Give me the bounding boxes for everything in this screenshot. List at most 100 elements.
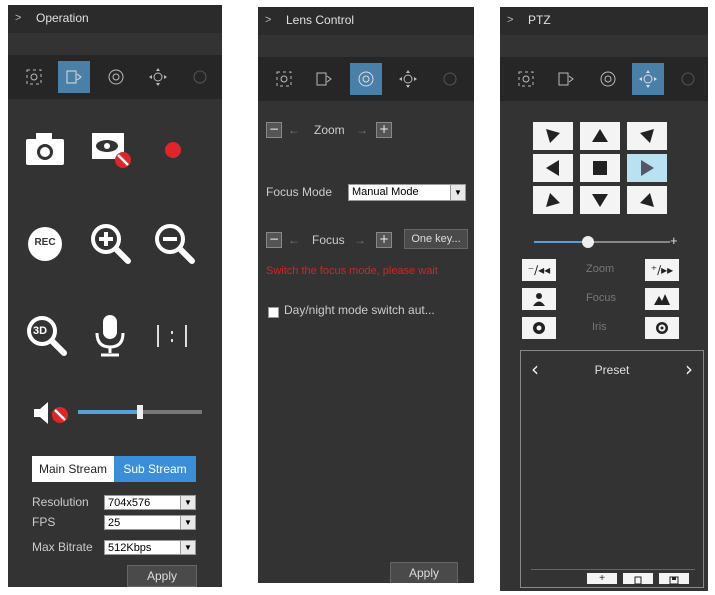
fps-select[interactable]: 25 ▼ (104, 515, 196, 530)
microphone-icon (95, 315, 125, 357)
apply-button[interactable]: Apply (127, 565, 197, 587)
pan-up-button[interactable] (580, 122, 620, 150)
arrow-down-right-icon (640, 193, 654, 207)
lens-icon (358, 71, 374, 87)
zoom-plus-button[interactable]: + (376, 122, 392, 138)
volume-slider[interactable] (78, 405, 202, 419)
ptz-icon (639, 70, 657, 88)
lens-tool-button[interactable] (592, 63, 624, 95)
aspect-ratio-icon (157, 325, 187, 347)
image-tool-button[interactable] (672, 63, 704, 95)
pan-down-right-button[interactable] (627, 186, 667, 214)
tab-main-stream[interactable]: Main Stream (32, 456, 114, 482)
chevron-right-icon[interactable]: > (265, 14, 271, 26)
3d-label: 3D (33, 325, 48, 337)
pan-up-left-button[interactable] (533, 122, 573, 150)
volume-thumb[interactable] (137, 405, 143, 419)
display-icon (66, 70, 82, 84)
preset-delete-button[interactable] (623, 573, 653, 585)
focus-mode-label: Focus Mode (266, 185, 333, 199)
image-tool-button[interactable] (434, 63, 466, 95)
ptz-tool-button[interactable] (142, 61, 174, 93)
rec-button[interactable]: REC (28, 227, 62, 261)
zoom-in-button[interactable]: ⁺∕▸▸ (645, 259, 679, 281)
speed-thumb[interactable] (582, 236, 595, 248)
tab-sub-stream[interactable]: Sub Stream (114, 456, 196, 482)
chevron-right-icon[interactable]: > (15, 12, 21, 24)
mute-button[interactable] (32, 399, 72, 427)
ptz-tool-button[interactable] (632, 63, 664, 95)
pan-left-button[interactable] (533, 154, 573, 182)
resolution-select[interactable]: 704x576 ▼ (104, 495, 196, 510)
trash-icon (634, 576, 642, 585)
zoom-out-button[interactable]: ⁻∕◂◂ (522, 259, 556, 281)
zoom-out-button[interactable] (152, 221, 198, 267)
camera-icon (26, 133, 64, 165)
pan-down-left-button[interactable] (533, 186, 573, 214)
speed-slider[interactable] (534, 235, 670, 249)
zoom-minus-button[interactable]: − (266, 122, 282, 138)
chevron-right-icon[interactable]: > (507, 14, 513, 26)
pan-right-button[interactable] (627, 154, 667, 182)
focus-plus-button[interactable]: + (376, 232, 392, 248)
talk-button[interactable] (92, 313, 128, 359)
record-button[interactable] (158, 135, 188, 165)
speed-fill (534, 241, 589, 243)
resolution-label: Resolution (32, 495, 89, 509)
snapshot-area-tool-button[interactable] (510, 63, 542, 95)
iris-close-button[interactable] (522, 317, 556, 339)
operation-tool-button[interactable] (308, 63, 340, 95)
arrow-up-right-icon (640, 129, 654, 143)
target-icon (26, 69, 42, 85)
preset-next-button[interactable]: › (685, 357, 693, 381)
focus-near-button[interactable] (522, 288, 556, 310)
snapshot-button[interactable] (24, 129, 68, 169)
display-icon (316, 72, 332, 86)
operation-title-bar[interactable]: > Operation (8, 5, 222, 33)
lens-title-bar[interactable]: > Lens Control (258, 7, 474, 35)
focus-mode-value: Manual Mode (352, 186, 419, 198)
lens-tool-button[interactable] (350, 63, 382, 95)
ptz-title-bar[interactable]: > PTZ (500, 7, 708, 35)
snapshot-area-tool-button[interactable] (268, 63, 300, 95)
daynight-checkbox[interactable] (268, 307, 279, 318)
record-dot-icon (165, 142, 181, 158)
lens-icon (108, 69, 124, 85)
chevron-down-icon: ▼ (180, 516, 195, 529)
focus-label: Focus (312, 233, 345, 247)
ptz-tool-button[interactable] (392, 63, 424, 95)
zoom-in-button[interactable] (88, 221, 134, 267)
ptz-stop-button[interactable] (580, 154, 620, 182)
3d-zoom-button[interactable]: 3D (24, 313, 70, 359)
focus-minus-button[interactable]: − (266, 232, 282, 248)
focus-mode-select[interactable]: Manual Mode ▼ (348, 184, 466, 201)
preset-add-button[interactable]: + (587, 573, 617, 584)
pan-down-button[interactable] (580, 186, 620, 214)
target-icon (276, 71, 292, 87)
preset-box: ‹ Preset › + (520, 350, 704, 588)
lens-tool-button[interactable] (100, 61, 132, 93)
ratio-button[interactable] (152, 321, 192, 351)
zoom-out-icon (155, 224, 195, 264)
bitrate-label: Max Bitrate (32, 540, 93, 554)
operation-tool-button[interactable] (58, 61, 90, 93)
iris-open-button[interactable] (645, 317, 679, 339)
focus-far-button[interactable] (645, 288, 679, 310)
focus-warning-text: Switch the focus mode, please wait (266, 265, 438, 277)
iris-label: Iris (592, 321, 607, 333)
lens-icon (600, 71, 616, 87)
person-icon (533, 293, 545, 306)
chevron-down-icon: ▼ (180, 541, 195, 554)
ptz-icon (399, 70, 417, 88)
image-tool-button[interactable] (184, 61, 216, 93)
image-settings-icon (443, 72, 457, 86)
apply-button[interactable]: Apply (390, 562, 458, 583)
one-key-focus-button[interactable]: One key... (404, 229, 468, 249)
snapshot-area-tool-button[interactable] (18, 61, 50, 93)
image-settings-icon (681, 72, 695, 86)
bitrate-select[interactable]: 512Kbps ▼ (104, 540, 196, 555)
pan-up-right-button[interactable] (627, 122, 667, 150)
privacy-mask-button[interactable] (90, 129, 134, 171)
preset-save-button[interactable] (659, 573, 689, 585)
operation-tool-button[interactable] (550, 63, 582, 95)
